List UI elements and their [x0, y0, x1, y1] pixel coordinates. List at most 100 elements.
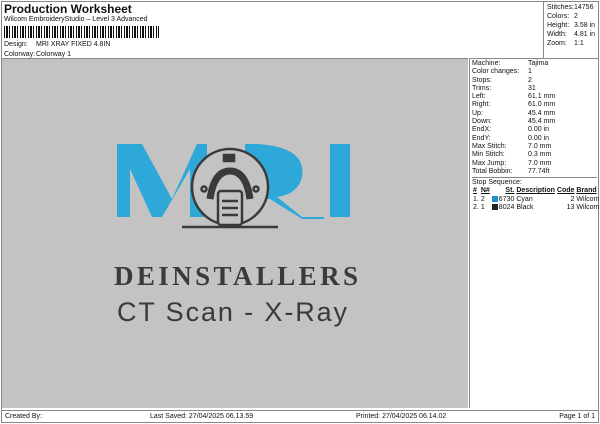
details-panel: Machine: Tajima Color changes: 1 Stops: 2 Trim…	[469, 58, 599, 408]
details-label: Right:	[472, 101, 491, 109]
software-name: Wilcom EmbroideryStudio – Level 3 Advanc…	[4, 16, 148, 23]
thread-brand: Wilcom	[576, 195, 600, 203]
summary-row: Width: 4.81 in	[547, 30, 596, 39]
design-value: MRI XRAY FIXED 4.8IN	[36, 41, 111, 48]
details-row: Color changes: 1	[472, 68, 597, 76]
design-row: Design: MRI XRAY FIXED 4.8IN	[4, 41, 110, 48]
summary-value: 2	[574, 13, 578, 20]
details-value: 0.00 in	[528, 126, 550, 134]
color-description: Cyan	[516, 195, 533, 203]
details-label: Min Stitch:	[472, 151, 505, 159]
page-title: Production Worksheet	[4, 2, 132, 16]
last-saved: Last Saved: 27/04/2025 06.13.59	[150, 413, 254, 420]
printed-date: Printed: 27/04/2025 06.14.02	[356, 413, 447, 420]
summary-box: Stitches:14756 Colors: 2 Height: 3.58 in Widt…	[543, 1, 599, 58]
color-swatch	[491, 204, 498, 211]
footer: Created By: Last Saved: 27/04/2025 06.13…	[2, 410, 598, 422]
details-row: Min Stitch: 0.3 mm	[472, 151, 597, 159]
stop-sequence-title: Stop Sequence:	[472, 179, 522, 187]
details-value: 2	[528, 76, 532, 84]
details-row: Left: 61.1 mm	[472, 93, 597, 101]
barcode	[4, 26, 159, 38]
stop-index: 1.	[473, 195, 479, 203]
stitch-count: 8024	[491, 204, 516, 212]
details-label: Left:	[472, 93, 486, 101]
stitch-count-value: 6730	[498, 195, 515, 203]
details-value: 7.0 mm	[528, 142, 552, 150]
needle-number: 1	[480, 204, 485, 212]
stitch-count-value: 8024	[498, 204, 515, 212]
details-row: Max Stitch: 7.0 mm	[472, 143, 597, 151]
summary-row: Stitches:14756	[547, 3, 596, 12]
stop-column-header: #	[473, 187, 477, 195]
stop-sequence: Stop Sequence: # N# St. Description Code Bran…	[472, 177, 600, 212]
details-value: 0.3 mm	[528, 151, 552, 159]
summary-label: Width:	[547, 31, 567, 38]
details-row: Down: 45.4 mm	[472, 118, 597, 126]
details-value: 45.4 mm	[528, 118, 556, 126]
color-description: Black	[516, 204, 534, 212]
details-value: 31	[528, 84, 536, 92]
details-row: Machine: Tajima	[472, 60, 597, 68]
thread-code: 2	[570, 195, 575, 203]
summary-label: Height:	[547, 22, 570, 29]
stop-row: 1. 2 6730 Cyan 2 Wilcom	[472, 196, 600, 204]
details-label: EndY:	[472, 134, 491, 142]
summary-value: 14756	[574, 4, 594, 11]
details-label: Down:	[472, 118, 492, 126]
details-value: 1	[528, 68, 532, 76]
details-label: Stops:	[472, 76, 492, 84]
summary-value: 4.81 in	[574, 31, 596, 38]
embroidery-design: DEINSTALLERS CT Scan - X-Ray	[114, 144, 358, 327]
summary-label: Colors:	[547, 13, 570, 20]
details-value: 77.74ft	[528, 167, 550, 175]
details-label: Max Jump:	[472, 159, 507, 167]
details-row: Up: 45.4 mm	[472, 110, 597, 118]
details-value: 7.0 mm	[528, 159, 552, 167]
summary-row: Height: 3.58 in	[547, 21, 596, 30]
details-label: Max Stitch:	[472, 142, 507, 150]
summary-value: 3.58 in	[574, 22, 596, 29]
details-value: 0.00 in	[528, 134, 550, 142]
summary-value: 1:1	[574, 40, 584, 47]
stop-column-header: Brand	[576, 187, 597, 195]
stop-row: 2. 1 8024 Black 13 Wilcom	[472, 204, 600, 212]
details-row: Stops: 2	[472, 77, 597, 85]
details-row: Right: 61.0 mm	[472, 101, 597, 109]
needle-number: 2	[480, 195, 485, 203]
thread-brand: Wilcom	[576, 204, 600, 212]
details-label: Color changes:	[472, 68, 520, 76]
stop-column-header: Description	[516, 187, 555, 195]
details-value: 45.4 mm	[528, 109, 556, 117]
summary-label: Zoom:	[547, 40, 567, 47]
page-number: Page 1 of 1	[559, 413, 595, 420]
design-preview: DEINSTALLERS CT Scan - X-Ray	[2, 58, 468, 408]
summary-row: Zoom: 1:1	[547, 39, 596, 48]
letter-i	[330, 144, 350, 217]
color-swatch	[491, 195, 498, 202]
colorway-value: Colorway 1	[36, 51, 72, 58]
design-text-deinstallers: DEINSTALLERS	[114, 261, 358, 291]
summary-row: Colors: 2	[547, 12, 596, 21]
thread-code: 13	[566, 204, 575, 212]
stop-index: 2.	[473, 204, 479, 212]
details-row: EndY: 0.00 in	[472, 135, 597, 143]
details-label: Total Bobbin:	[472, 167, 513, 175]
created-by: Created By:	[5, 413, 42, 420]
details-row: Total Bobbin: 77.74ft	[472, 168, 597, 176]
details-label: EndX:	[472, 126, 492, 134]
stop-column-header: St.	[505, 187, 515, 195]
details-label: Up:	[472, 109, 483, 117]
design-label: Design:	[4, 41, 28, 48]
details-value: 61.1 mm	[528, 93, 556, 101]
stop-table: # N# St. Description Code Brand 1. 2 6730 Cyan 2 Wi…	[472, 187, 600, 212]
stop-column-header: N#	[480, 187, 490, 195]
summary-label: Stitches:	[547, 4, 574, 11]
details-label: Machine:	[472, 60, 501, 67]
details-row: EndX: 0.00 in	[472, 126, 597, 134]
details-value: 61.0 mm	[528, 101, 556, 109]
details-row: Max Jump: 7.0 mm	[472, 160, 597, 168]
stitch-count: 6730	[491, 196, 516, 204]
details-value: Tajima	[528, 60, 549, 67]
details-label: Trims:	[472, 84, 492, 92]
